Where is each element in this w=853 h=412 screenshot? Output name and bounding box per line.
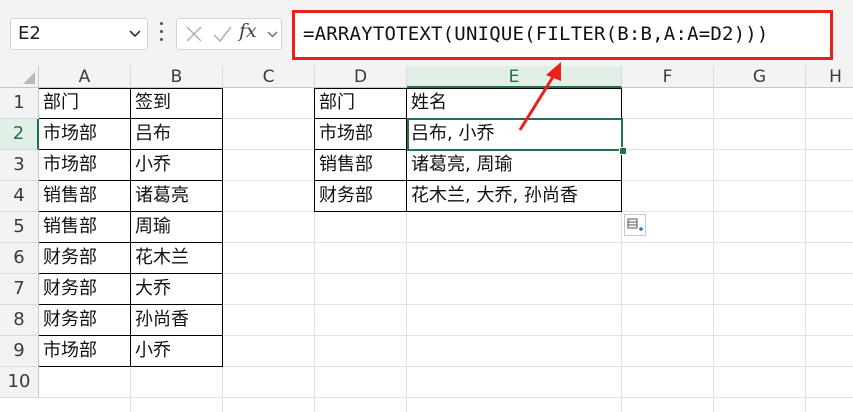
chevron-down-icon[interactable] [267,31,278,38]
cell-e3[interactable]: 诸葛亮, 周瑜 [407,150,622,181]
row-header-9[interactable]: 9 [0,336,39,367]
row-header-7[interactable]: 7 [0,274,39,305]
cell-a3[interactable]: 市场部 [39,150,131,181]
insert-function-button[interactable]: fx [239,20,257,42]
more-options-icon[interactable] [160,22,164,44]
column-header-b[interactable]: B [131,66,223,88]
formula-input[interactable]: =ARRAYTOTEXT(UNIQUE(FILTER(B:B,A:A=D2))) [292,10,833,60]
cancel-icon[interactable] [183,22,205,46]
formula-actions: fx [176,18,282,50]
cell-a8[interactable]: 财务部 [39,305,131,336]
name-box-value: E2 [18,23,41,44]
cell-b7[interactable]: 大乔 [131,274,223,305]
cell-d1[interactable]: 部门 [315,88,407,119]
column-header-c[interactable]: C [223,66,315,88]
cell-e1[interactable]: 姓名 [407,88,622,119]
cell-a2[interactable]: 市场部 [39,119,131,150]
column-header-e[interactable]: E [407,66,622,88]
row-header-8[interactable]: 8 [0,305,39,336]
cell-b9[interactable]: 小乔 [131,336,223,367]
formula-text: =ARRAYTOTEXT(UNIQUE(FILTER(B:B,A:A=D2))) [303,23,769,45]
quick-analysis-icon[interactable] [624,214,646,236]
cell-a9[interactable]: 市场部 [39,336,131,367]
column-header-h[interactable]: H [806,66,853,88]
name-box[interactable]: E2 [10,18,148,50]
column-header-f[interactable]: F [622,66,714,88]
cell-a6[interactable]: 财务部 [39,243,131,274]
column-header-g[interactable]: G [714,66,806,88]
row-header-6[interactable]: 6 [0,243,39,274]
row-header-10[interactable]: 10 [0,367,39,398]
cell-a5[interactable]: 销售部 [39,212,131,243]
row-header-2[interactable]: 2 [0,119,39,150]
cell-a1[interactable]: 部门 [39,88,131,119]
active-cell-selection[interactable] [407,118,623,151]
cell-d4[interactable]: 财务部 [315,181,407,212]
row-header-1[interactable]: 1 [0,88,39,119]
cell-b6[interactable]: 花木兰 [131,243,223,274]
cell-b2[interactable]: 吕布 [131,119,223,150]
row-header-5[interactable]: 5 [0,212,39,243]
cell-d2[interactable]: 市场部 [315,119,407,150]
cell-a7[interactable]: 财务部 [39,274,131,305]
cell-b3[interactable]: 小乔 [131,150,223,181]
row-header-4[interactable]: 4 [0,181,39,212]
cell-e4[interactable]: 花木兰, 大乔, 孙尚香 [407,181,622,212]
cell-b4[interactable]: 诸葛亮 [131,181,223,212]
cell-d3[interactable]: 销售部 [315,150,407,181]
row-header-3[interactable]: 3 [0,150,39,181]
checkmark-icon[interactable] [211,22,233,46]
cell-b1[interactable]: 签到 [131,88,223,119]
fill-handle[interactable] [619,147,627,155]
cell-a4[interactable]: 销售部 [39,181,131,212]
column-header-d[interactable]: D [315,66,407,88]
spreadsheet-grid: A B C D E F G H 1 2 3 4 5 6 7 8 9 10 部门 … [0,66,853,412]
formula-bar: E2 fx =ARRAYTOTEXT(UNIQUE(FILTER(B:B,A:A… [0,0,853,66]
chevron-down-icon[interactable] [129,30,141,38]
cell-b5[interactable]: 周瑜 [131,212,223,243]
select-all-corner[interactable] [0,66,39,88]
column-header-a[interactable]: A [39,66,131,88]
cell-b8[interactable]: 孙尚香 [131,305,223,336]
